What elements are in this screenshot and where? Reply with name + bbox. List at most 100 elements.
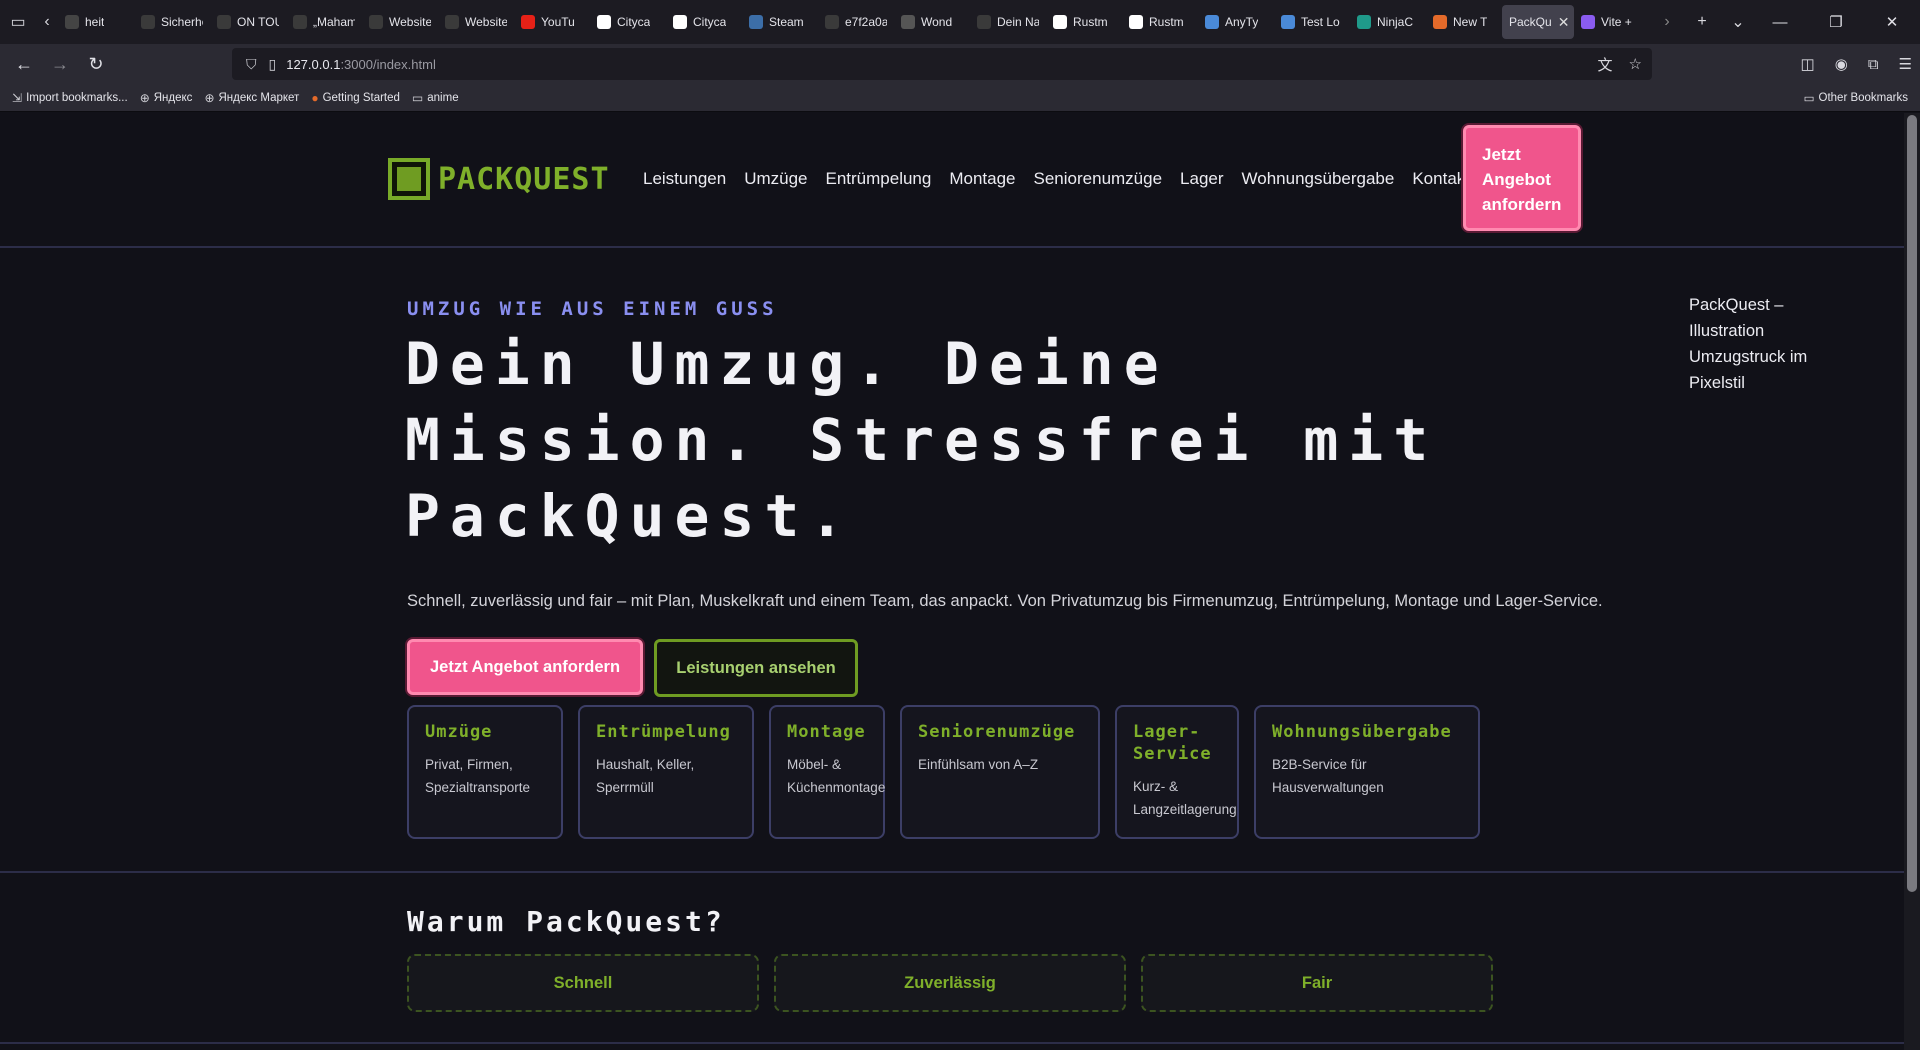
back-icon[interactable]: ← (6, 44, 42, 84)
scroll-tabs-left-icon[interactable]: ‹ (36, 0, 58, 44)
service-card-title: Seniorenumzüge (918, 722, 1076, 742)
account-icon[interactable]: ◉ (1835, 55, 1848, 73)
tab-label: e7f2a0aeb (845, 15, 887, 29)
tab-label: NinjaC (1377, 15, 1414, 29)
menu-item[interactable]: Entrümpelung (826, 169, 932, 189)
logo-text: PACKQUEST (438, 161, 610, 197)
tab-label: Steam (769, 15, 804, 29)
pocket-icon[interactable]: ◫ (1801, 55, 1815, 73)
bookmark-star-icon[interactable]: ☆ (1629, 55, 1642, 73)
why-item: Zuverlässig (774, 954, 1126, 1012)
service-card-desc: Haushalt, Keller, Sperrmüll (596, 757, 695, 795)
browser-tab[interactable]: heit (58, 5, 134, 39)
request-quote-button[interactable]: Jetzt Angebot anfordern (407, 639, 643, 695)
tab-overview-icon[interactable]: ▭ (0, 0, 36, 44)
browser-tab[interactable]: Cityca (666, 5, 742, 39)
forward-icon[interactable]: → (42, 44, 78, 84)
hero-headline: Dein Umzug. Deine Mission. Stressfrei mi… (405, 330, 1439, 550)
shield-icon[interactable]: ⛉ (246, 56, 257, 73)
bookmark-item[interactable]: ● Getting Started (311, 91, 400, 105)
bookmark-item[interactable]: ⊕ Яндекс Маркет (204, 91, 299, 105)
tab-favicon-icon (1433, 15, 1447, 29)
service-card[interactable]: Umzüge Privat, Firmen, Spezialtransporte (407, 705, 563, 839)
page-viewport: PACKQUEST Leistungen Umzüge Entrümpelung Mo… (0, 113, 1904, 1050)
service-card[interactable]: Entrümpelung Haushalt, Keller, Sperrmüll (578, 705, 754, 839)
logo[interactable]: PACKQUEST (388, 158, 610, 200)
service-card[interactable]: Lager-Service Kurz- & Langzeitlagerung (1115, 705, 1239, 839)
tab-label: Wond (921, 15, 953, 29)
bookmark-item[interactable]: ⇲ Import bookmarks... (12, 91, 128, 105)
menu-item[interactable]: Lager (1180, 169, 1223, 189)
menu-icon[interactable]: ☰ (1899, 55, 1912, 73)
service-card[interactable]: Wohnungsübergabe B2B-Service für Hausverw… (1254, 705, 1480, 839)
tab-favicon-icon (521, 15, 535, 29)
browser-tab[interactable]: Steam (742, 5, 818, 39)
browser-tab[interactable]: Website-T (362, 5, 438, 39)
bookmark-label: Getting Started (322, 91, 400, 104)
tab-favicon-icon (597, 15, 611, 29)
tab-vite[interactable]: Vite + (1574, 5, 1650, 39)
page-info-icon[interactable]: ▯ (269, 56, 277, 73)
close-window-icon[interactable]: ✕ (1864, 0, 1920, 44)
other-bookmarks[interactable]: ▭ Other Bookmarks (1804, 84, 1908, 112)
other-bookmarks-label: Other Bookmarks (1818, 92, 1908, 104)
service-card[interactable]: Montage Möbel- & Küchenmontage (769, 705, 885, 839)
scroll-tabs-right-icon[interactable]: › (1650, 0, 1684, 44)
browser-tab[interactable]: NinjaC (1350, 5, 1426, 39)
bookmark-label: Яндекс (153, 91, 193, 104)
browser-tab[interactable]: Rustm (1122, 5, 1198, 39)
url-bar[interactable]: ⛉ ▯ 127.0.0.1:3000/index.html 文 ☆ (232, 48, 1652, 80)
window-controls: — ❐ ✕ (1752, 0, 1920, 44)
browser-tab[interactable]: Rustm (1046, 5, 1122, 39)
vite-icon (1581, 15, 1595, 29)
browser-tab[interactable]: New T (1426, 5, 1502, 39)
tab-label: AnyTy (1225, 15, 1259, 29)
import-icon: ⇲ (12, 90, 23, 105)
extensions-icon[interactable]: ⧉ (1868, 56, 1879, 73)
browser-tab[interactable]: Cityca (590, 5, 666, 39)
tab-label: Website-T (389, 15, 431, 29)
tab-active[interactable]: PackQu ✕ (1502, 5, 1574, 39)
tab-label: YouTu (541, 15, 575, 29)
bookmark-item[interactable]: ▭ anime (412, 91, 459, 105)
menu-item[interactable]: Umzüge (744, 169, 807, 189)
translate-icon[interactable]: 文 (1598, 54, 1613, 75)
page-scrollbar[interactable] (1904, 113, 1920, 1050)
list-tabs-icon[interactable]: ⌄ (1720, 0, 1756, 44)
bookmark-item[interactable]: ⊕ Яндекс (140, 91, 193, 105)
browser-tab[interactable]: ON TOUR (210, 5, 286, 39)
browser-tab[interactable]: AnyTy (1198, 5, 1274, 39)
view-services-button[interactable]: Leistungen ansehen (654, 639, 858, 697)
service-card[interactable]: Seniorenumzüge Einfühlsam von A–Z (900, 705, 1100, 839)
menu-item[interactable]: Wohnungsübergabe (1242, 169, 1395, 189)
restore-icon[interactable]: ❐ (1808, 0, 1864, 44)
menu-item[interactable]: Seniorenumzüge (1034, 169, 1163, 189)
browser-tab[interactable]: Test Lo (1274, 5, 1350, 39)
reload-icon[interactable]: ↻ (78, 44, 114, 84)
tab-label: Rustm (1149, 15, 1184, 29)
browser-tab[interactable]: Website-T (438, 5, 514, 39)
new-tab-icon[interactable]: + (1684, 0, 1720, 44)
menu-item[interactable]: Kontakt (1412, 169, 1470, 189)
tab-favicon-icon (1281, 15, 1295, 29)
minimize-icon[interactable]: — (1752, 0, 1808, 44)
browser-tab[interactable]: e7f2a0aeb (818, 5, 894, 39)
scrollbar-thumb[interactable] (1907, 115, 1917, 892)
browser-tab-bar: ▭ ‹ heit Sicherheit ON TOUR „Mahama Website-… (0, 0, 1920, 44)
browser-tab[interactable]: Wond (894, 5, 970, 39)
service-card-desc: Kurz- & Langzeitlagerung (1133, 779, 1237, 817)
tab-favicon-icon (293, 15, 307, 29)
folder-icon: ▭ (1803, 93, 1815, 105)
browser-tab[interactable]: YouTu (514, 5, 590, 39)
browser-tab[interactable]: Dein Nam (970, 5, 1046, 39)
header-cta-button[interactable]: Jetzt Angebot anfordern (1463, 125, 1581, 231)
browser-tab[interactable]: „Mahama (286, 5, 362, 39)
logo-icon (388, 158, 430, 200)
tab-label: Cityca (617, 15, 651, 29)
close-tab-icon[interactable]: ✕ (1558, 14, 1570, 31)
hero-section: UMZUG WIE AUS EINEM GUSS Dein Umzug. Dei… (0, 250, 1904, 873)
menu-item[interactable]: Montage (949, 169, 1015, 189)
service-card-desc: Einfühlsam von A–Z (918, 757, 1039, 772)
menu-item[interactable]: Leistungen (643, 169, 726, 189)
browser-tab[interactable]: Sicherheit (134, 5, 210, 39)
